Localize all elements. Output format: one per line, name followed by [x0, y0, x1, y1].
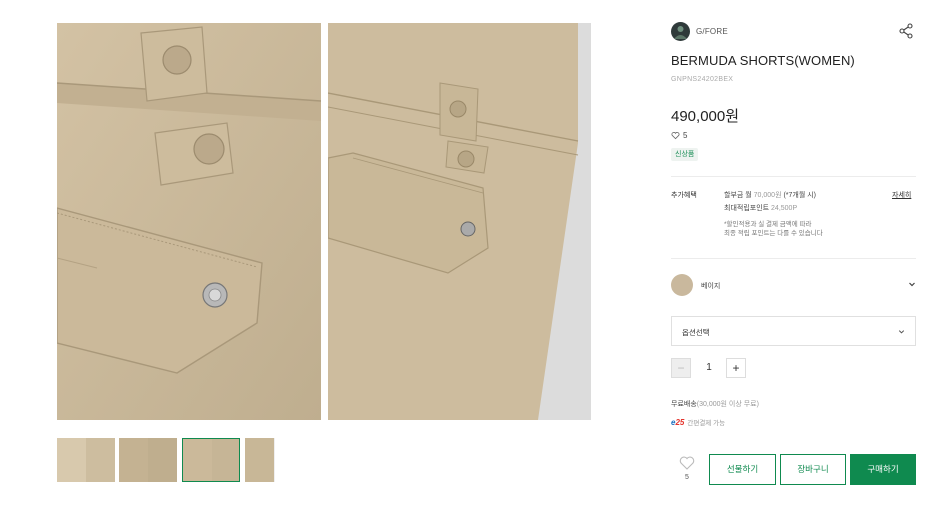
quantity-decrease-button[interactable]: −: [671, 358, 691, 378]
product-image-main-left: [57, 23, 321, 420]
share-icon[interactable]: [898, 23, 914, 39]
benefits-label: 추가혜택: [671, 192, 697, 199]
pay-logo: e25: [671, 417, 685, 427]
like-count: 5: [685, 474, 689, 481]
pay-text: 간편결제 가능: [687, 420, 726, 427]
chevron-down-icon[interactable]: [907, 279, 917, 289]
likes-count: 5: [683, 131, 688, 140]
likes-summary: 5: [671, 131, 687, 140]
installment-info: 할부금 월 70,000원 (*7개월 시): [724, 192, 817, 199]
thumbnail-4[interactable]: [245, 438, 275, 482]
new-badge: 신상품: [671, 148, 699, 161]
points-info: 최대적립포인트 24,500P: [724, 205, 798, 212]
product-price: 490,000원: [671, 108, 740, 125]
divider: [671, 258, 916, 259]
thumbnail-2[interactable]: [119, 438, 177, 482]
color-label: 베이지: [701, 283, 721, 290]
heart-icon: [671, 132, 680, 140]
thumbnail-1[interactable]: [57, 438, 115, 482]
product-image-main-right: [328, 23, 591, 420]
brand-name[interactable]: G/FORE: [696, 27, 728, 36]
add-to-cart-button[interactable]: 장바구니: [780, 454, 846, 485]
benefits-detail-link[interactable]: 자세히: [892, 190, 911, 200]
color-swatch-beige[interactable]: [671, 274, 693, 296]
points-note-line2: 최종 적립 포인트는 다를 수 있습니다: [724, 230, 823, 237]
easy-pay-info: e25 간편결제 가능: [671, 417, 726, 428]
gift-button[interactable]: 선물하기: [709, 454, 776, 485]
buy-now-button[interactable]: 구매하기: [850, 454, 916, 485]
option-select[interactable]: 옵션선택: [671, 316, 916, 346]
brand-avatar[interactable]: [671, 22, 690, 41]
quantity-value[interactable]: 1: [700, 362, 718, 373]
quantity-increase-button[interactable]: +: [726, 358, 746, 378]
heart-icon[interactable]: [679, 456, 695, 470]
thumbnail-3[interactable]: [182, 438, 240, 482]
chevron-down-icon: [898, 330, 905, 334]
shipping-info: 무료배송(30,000원 이상 무료): [671, 401, 759, 408]
option-select-label: 옵션선택: [682, 328, 710, 337]
divider: [671, 176, 916, 177]
product-code: GNPNS24202BEX: [671, 76, 734, 83]
product-title: BERMUDA SHORTS(WOMEN): [671, 53, 855, 68]
